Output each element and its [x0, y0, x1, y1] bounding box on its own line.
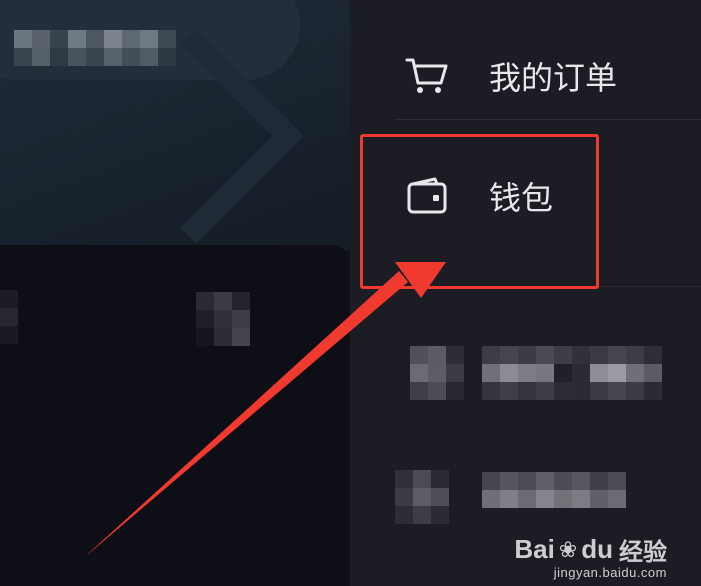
baidu-jingyan-watermark: Bai ❀ du 经验 jingyan.baidu.com	[514, 532, 667, 580]
pixelated-menu-item-label	[482, 472, 626, 508]
watermark-brand-left: Bai	[514, 534, 555, 564]
menu-item-my-orders[interactable]: 我的订单	[405, 36, 617, 116]
highlight-box	[360, 134, 599, 289]
pixelated-menu-item-label	[482, 346, 662, 400]
paw-logo-icon: ❀	[558, 536, 578, 562]
pixelated-content-right	[196, 292, 250, 346]
pixelated-menu-item-icon[interactable]	[395, 470, 449, 524]
blurred-content-panel	[0, 245, 350, 586]
pixelated-menu-item-icon[interactable]	[410, 346, 464, 400]
watermark-brand-right: du	[581, 534, 613, 564]
watermark-url: jingyan.baidu.com	[553, 565, 667, 580]
cart-icon	[405, 56, 449, 96]
blurred-banner	[0, 0, 350, 250]
menu-item-label: 我的订单	[489, 59, 618, 97]
pixelated-username	[14, 30, 176, 66]
pixelated-content-left	[0, 290, 18, 344]
menu-divider	[395, 119, 701, 120]
watermark-brand-cn: 经验	[619, 539, 667, 566]
